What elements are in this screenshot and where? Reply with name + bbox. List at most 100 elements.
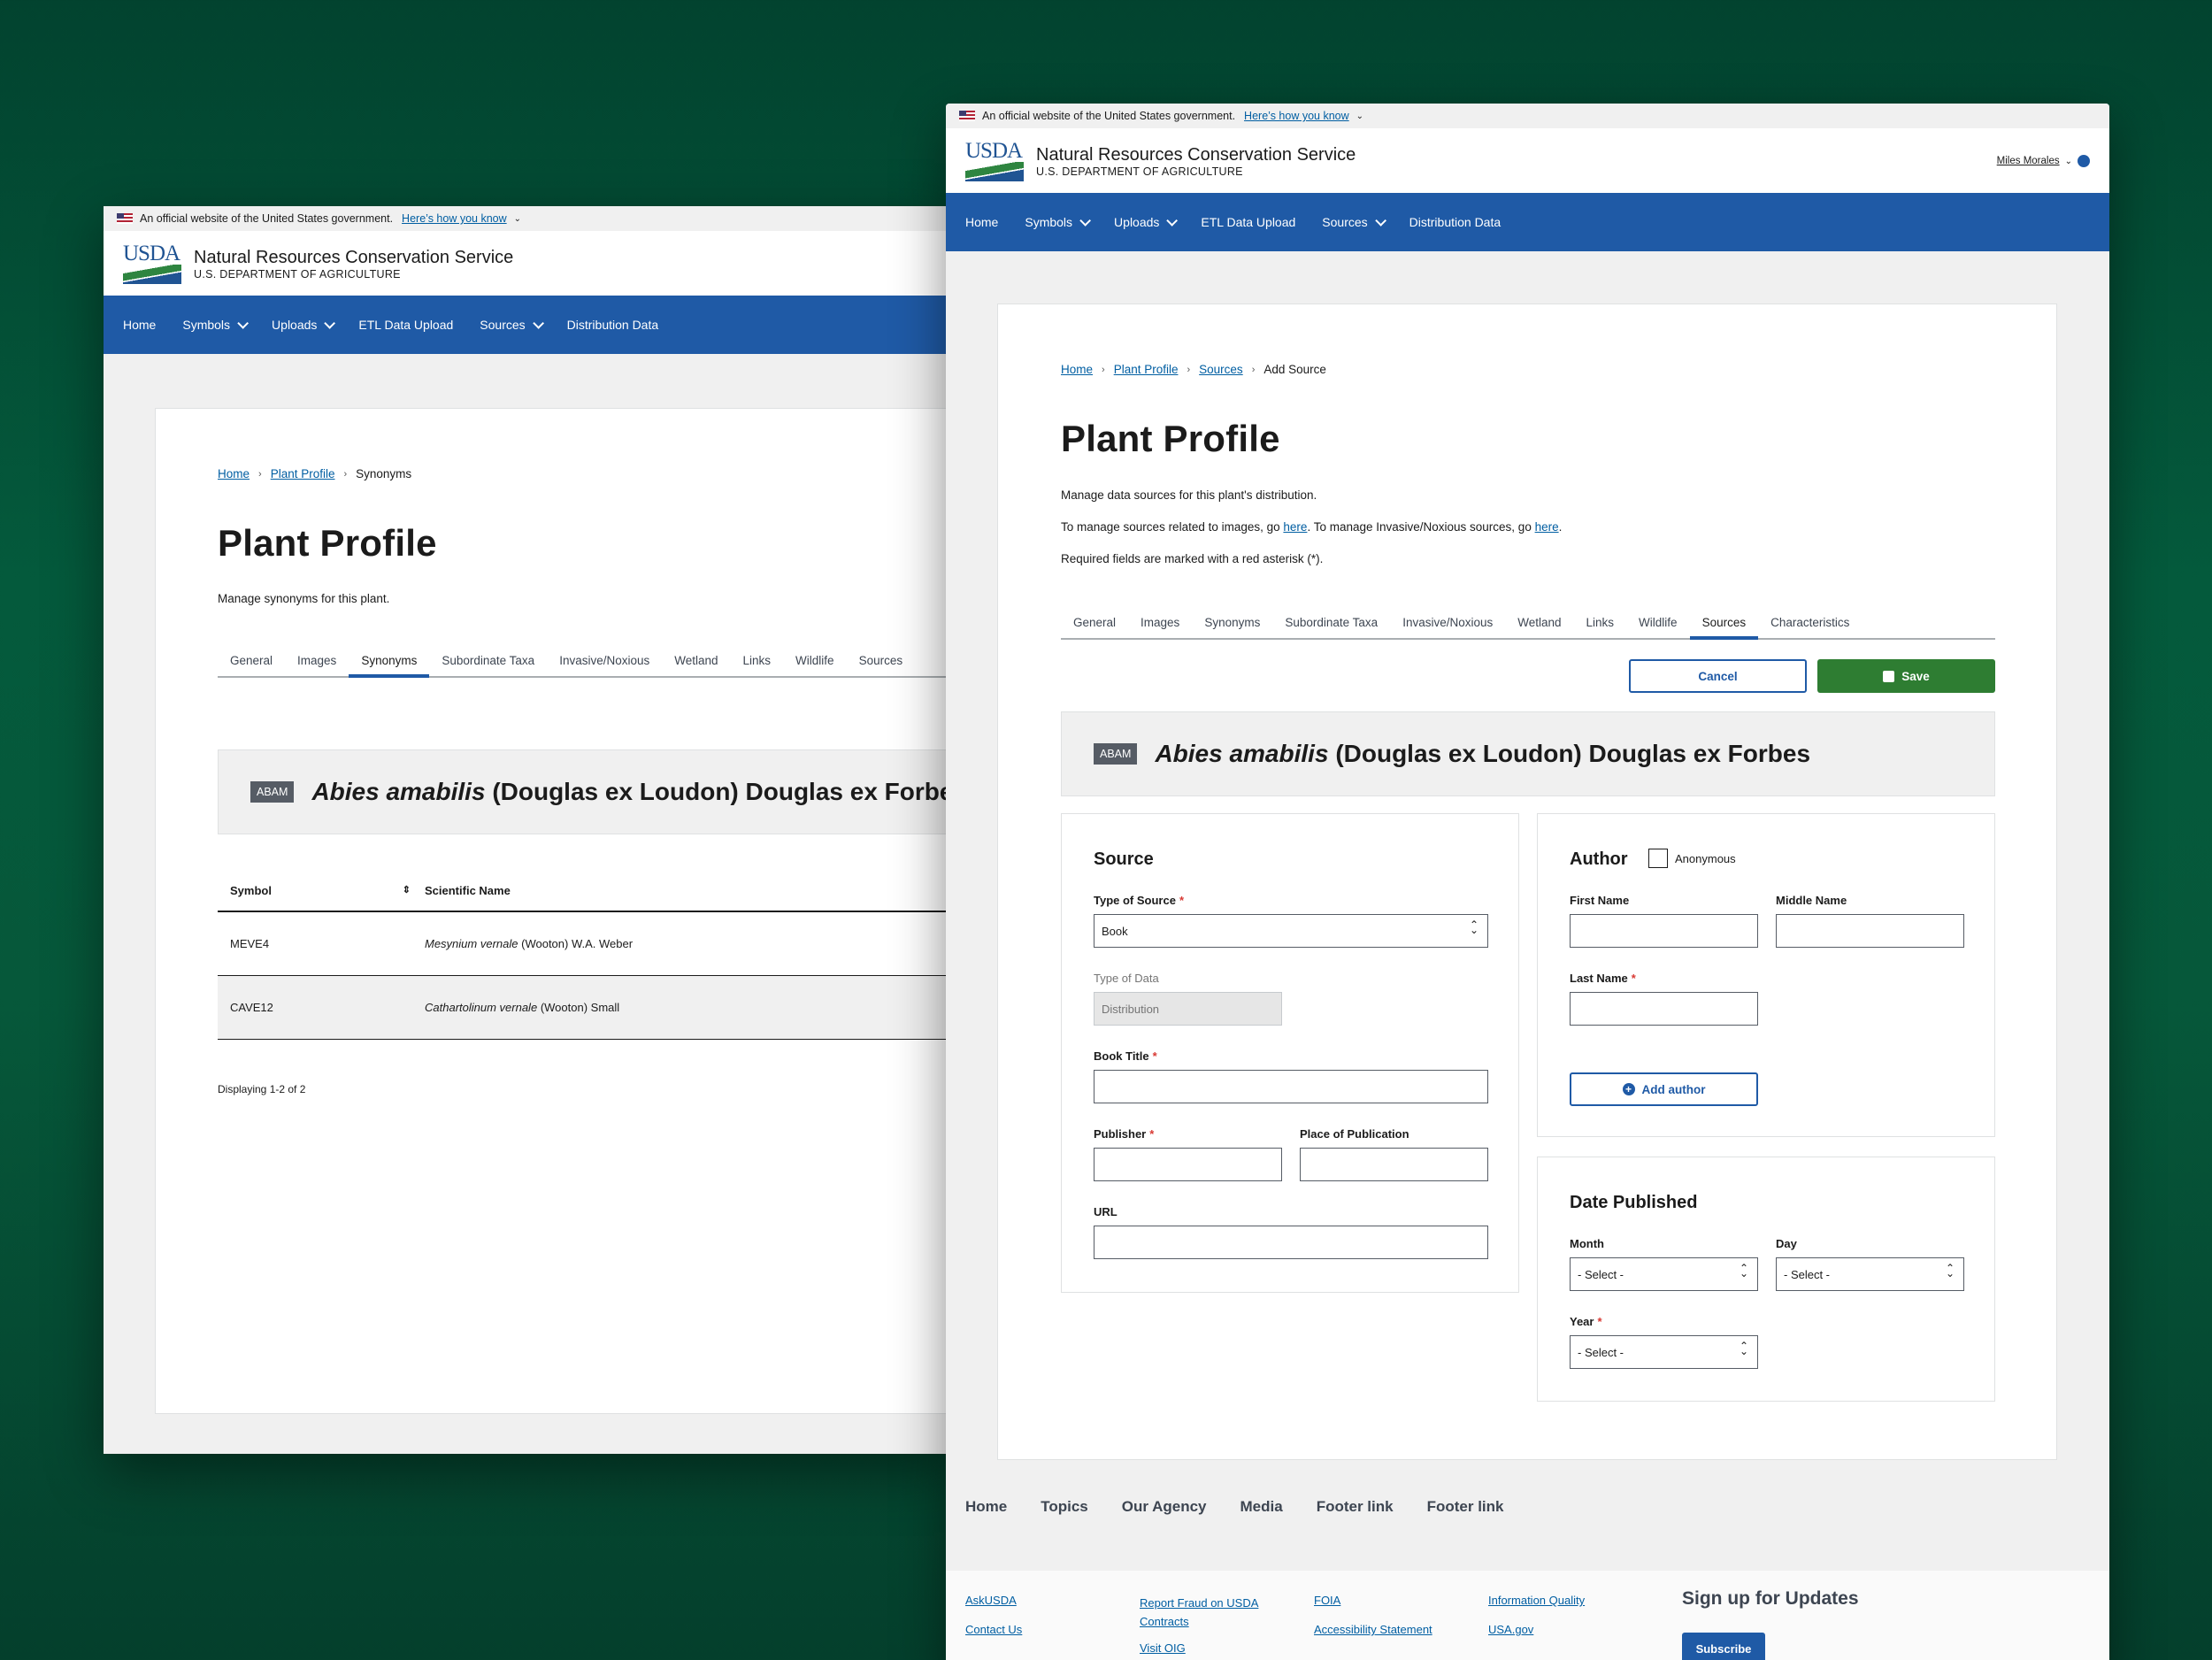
footer-nav-home[interactable]: Home — [965, 1498, 1007, 1516]
middle-name-input[interactable] — [1776, 914, 1964, 948]
footer-nav-link[interactable]: Footer link — [1427, 1498, 1504, 1516]
footer-link-usagov[interactable]: USA.gov — [1488, 1623, 1585, 1636]
gov-banner-text: An official website of the United States… — [982, 110, 1236, 122]
footer-nav-our-agency[interactable]: Our Agency — [1122, 1498, 1207, 1516]
anonymous-checkbox-row[interactable]: Anonymous — [1648, 849, 1736, 868]
first-name-input[interactable] — [1570, 914, 1758, 948]
nav-home[interactable]: Home — [965, 215, 998, 229]
add-author-button[interactable]: + Add author — [1570, 1072, 1758, 1106]
last-name-input[interactable] — [1570, 992, 1758, 1026]
footer-link-askusda[interactable]: AskUSDA — [965, 1594, 1022, 1607]
tab-images[interactable]: Images — [285, 654, 349, 676]
footer-link-visit-oig[interactable]: Visit OIG — [1140, 1641, 1272, 1655]
signup-heading: Sign up for Updates — [1682, 1588, 1859, 1609]
tab-subordinate-taxa[interactable]: Subordinate Taxa — [429, 654, 547, 676]
images-sources-link[interactable]: here — [1283, 520, 1307, 534]
tab-wildlife[interactable]: Wildlife — [1626, 616, 1690, 638]
type-of-source-field: Type of Source* Book — [1094, 894, 1488, 948]
usda-logo[interactable]: USDA — [123, 242, 181, 284]
nav-etl[interactable]: ETL Data Upload — [358, 318, 453, 332]
nav-sources[interactable]: Sources — [480, 317, 544, 332]
user-menu[interactable]: Miles Morales ⌄ — [1997, 155, 2090, 167]
type-of-data-input: Distribution — [1094, 992, 1282, 1026]
tab-characteristics[interactable]: Characteristics — [1758, 616, 1862, 638]
us-flag-icon — [117, 213, 133, 224]
page-title: Plant Profile — [1061, 418, 1280, 459]
date-published-section: Date Published Month - Select - Day - Se… — [1537, 1157, 1995, 1402]
tab-links[interactable]: Links — [1574, 616, 1627, 638]
footer-link-contact[interactable]: Contact Us — [965, 1623, 1022, 1636]
synonyms-window: An official website of the United States… — [104, 206, 953, 1454]
chevron-down-icon[interactable]: ⌄ — [514, 214, 521, 224]
nav-home[interactable]: Home — [123, 318, 156, 332]
subscribe-button[interactable]: Subscribe — [1682, 1633, 1765, 1660]
breadcrumb-home[interactable]: Home — [1061, 363, 1093, 376]
nav-distribution[interactable]: Distribution Data — [1409, 215, 1502, 229]
column-header-scientific-name[interactable]: Scientific Name⇕ — [425, 871, 953, 911]
footer-nav-media[interactable]: Media — [1240, 1498, 1283, 1516]
url-input[interactable] — [1094, 1226, 1488, 1259]
tab-general[interactable]: General — [218, 654, 285, 676]
nav-etl[interactable]: ETL Data Upload — [1201, 215, 1295, 229]
tab-synonyms[interactable]: Synonyms — [1192, 616, 1272, 638]
tab-subordinate-taxa[interactable]: Subordinate Taxa — [1272, 616, 1390, 638]
year-select[interactable]: - Select - — [1570, 1335, 1758, 1369]
book-title-input[interactable] — [1094, 1070, 1488, 1103]
footer-nav-link[interactable]: Footer link — [1317, 1498, 1394, 1516]
species-header: ABAM Abies amabilis (Douglas ex Loudon) … — [1061, 711, 1995, 796]
tab-wildlife[interactable]: Wildlife — [783, 654, 847, 676]
tab-sources[interactable]: Sources — [1689, 616, 1759, 640]
tab-synonyms[interactable]: Synonyms — [349, 654, 430, 678]
year-field: Year* - Select - — [1570, 1315, 1758, 1369]
gov-banner-link[interactable]: Here’s how you know — [402, 212, 507, 225]
tab-images[interactable]: Images — [1128, 616, 1192, 638]
footer-nav-topics[interactable]: Topics — [1041, 1498, 1088, 1516]
cell-scientific-name: Mesynium vernale (Wooton) W.A. Weber — [425, 936, 634, 950]
sort-icon: ⇕ — [402, 885, 411, 895]
save-button[interactable]: Save — [1817, 659, 1995, 693]
breadcrumb-home[interactable]: Home — [218, 467, 250, 480]
breadcrumb-sources[interactable]: Sources — [1199, 363, 1243, 376]
footer-link-accessibility[interactable]: Accessibility Statement — [1314, 1623, 1432, 1636]
breadcrumb-plant-profile[interactable]: Plant Profile — [271, 467, 335, 480]
anonymous-checkbox — [1648, 849, 1668, 868]
pagination-status: Displaying 1-2 of 2 — [218, 1083, 306, 1095]
cancel-button[interactable]: Cancel — [1629, 659, 1807, 693]
table-row[interactable]: MEVE4 Mesynium vernale (Wooton) W.A. Web… — [218, 911, 953, 975]
publisher-input[interactable] — [1094, 1148, 1282, 1181]
nav-symbols[interactable]: Symbols — [182, 317, 250, 332]
species-code-badge: ABAM — [250, 781, 295, 803]
footer-link-report-fraud[interactable]: Report Fraud on USDA Contracts — [1140, 1594, 1272, 1631]
column-header-symbol[interactable]: Symbol ⇕ — [218, 871, 425, 911]
tab-invasive-noxious[interactable]: Invasive/Noxious — [547, 654, 662, 676]
tab-general[interactable]: General — [1061, 616, 1128, 638]
month-select[interactable]: - Select - — [1570, 1257, 1758, 1291]
table-row[interactable]: CAVE12 Cathartolinum vernale (Wooton) Sm… — [218, 975, 953, 1039]
tab-links[interactable]: Links — [731, 654, 784, 676]
nav-sources[interactable]: Sources — [1322, 214, 1386, 229]
page-description: Manage synonyms for this plant. — [218, 592, 390, 605]
invasive-sources-link[interactable]: here — [1535, 520, 1559, 534]
tab-wetland[interactable]: Wetland — [1505, 616, 1573, 638]
gov-banner-link[interactable]: Here’s how you know — [1244, 110, 1349, 122]
url-field: URL — [1094, 1205, 1488, 1259]
type-of-source-select[interactable]: Book — [1094, 914, 1488, 948]
nav-uploads[interactable]: Uploads — [1114, 214, 1179, 229]
nav-symbols[interactable]: Symbols — [1025, 214, 1092, 229]
site-header: USDA Natural Resources Conservation Serv… — [946, 128, 2109, 193]
footer-link-info-quality[interactable]: Information Quality — [1488, 1594, 1585, 1607]
usda-logo[interactable]: USDA — [965, 140, 1024, 181]
gov-banner-text: An official website of the United States… — [140, 212, 394, 225]
tab-invasive-noxious[interactable]: Invasive/Noxious — [1390, 616, 1505, 638]
tab-sources[interactable]: Sources — [847, 654, 916, 676]
tab-wetland[interactable]: Wetland — [662, 654, 730, 676]
day-select[interactable]: - Select - — [1776, 1257, 1964, 1291]
place-of-publication-input[interactable] — [1300, 1148, 1488, 1181]
footer-link-foia[interactable]: FOIA — [1314, 1594, 1432, 1607]
user-name: Miles Morales — [1996, 156, 2060, 166]
chevron-down-icon[interactable]: ⌄ — [1356, 111, 1363, 121]
nav-uploads[interactable]: Uploads — [272, 317, 336, 332]
month-field: Month - Select - — [1570, 1237, 1758, 1291]
nav-distribution[interactable]: Distribution Data — [567, 318, 659, 332]
breadcrumb-plant-profile[interactable]: Plant Profile — [1114, 363, 1179, 376]
